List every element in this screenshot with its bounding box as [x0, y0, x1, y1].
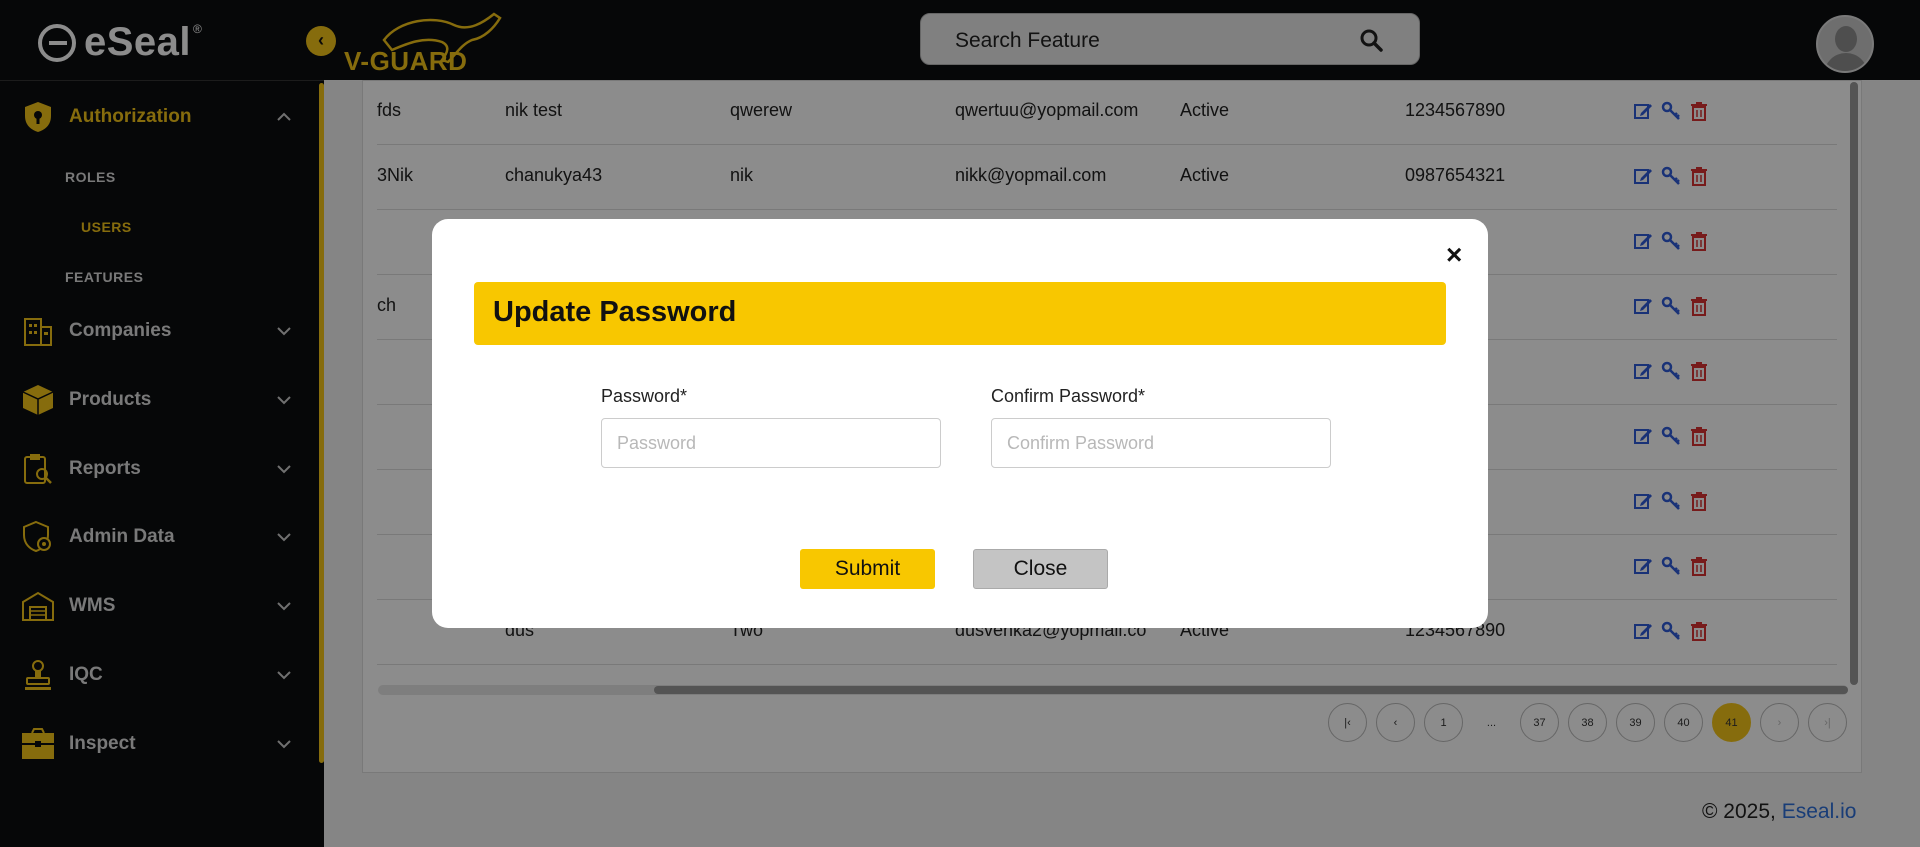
modal-title: Update Password — [493, 296, 737, 328]
password-label: Password* — [601, 386, 688, 406]
confirm-password-label: Confirm Password* — [991, 386, 1146, 406]
close-icon[interactable]: × — [1446, 241, 1462, 269]
submit-button[interactable]: Submit — [800, 549, 935, 589]
update-password-modal: × Update Password Password* Confirm Pass… — [432, 219, 1488, 628]
confirm-password-field[interactable] — [991, 418, 1331, 468]
close-button[interactable]: Close — [973, 549, 1108, 589]
modal-header: Update Password — [474, 282, 1446, 345]
password-field[interactable] — [601, 418, 941, 468]
